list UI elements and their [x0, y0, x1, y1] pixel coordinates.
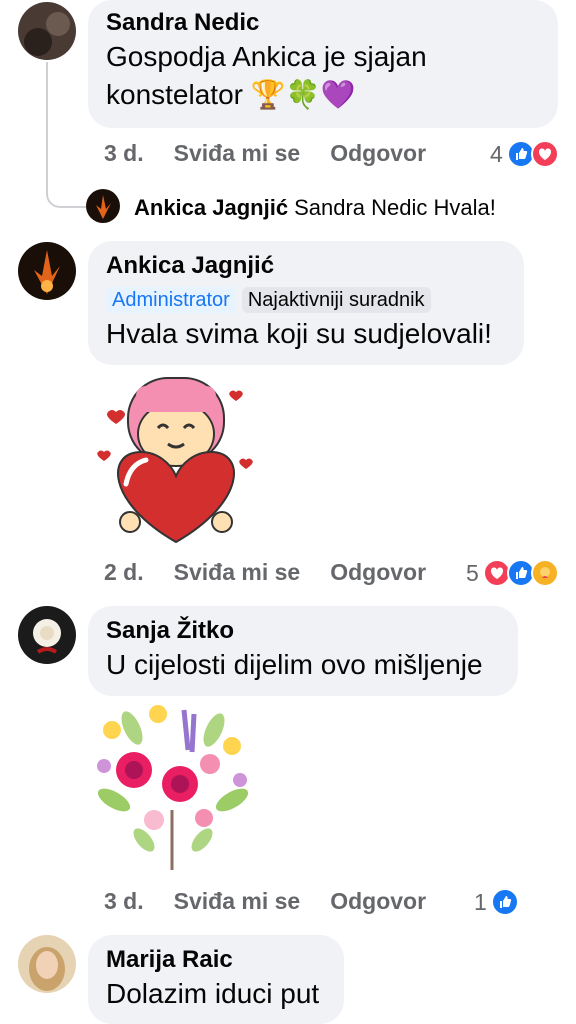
reply-button[interactable]: Odgovor — [330, 888, 426, 915]
avatar[interactable] — [18, 242, 76, 300]
care-reaction-icon — [530, 559, 559, 587]
timestamp[interactable]: 3 d. — [104, 140, 144, 167]
comment-actions: 3 d. Sviđa mi se Odgovor — [104, 888, 426, 915]
love-reaction-icon — [530, 140, 559, 168]
reply-preview[interactable]: Ankica Jagnjić Sandra Nedic Hvala! — [134, 195, 496, 221]
reaction-number: 4 — [490, 140, 503, 167]
avatar[interactable] — [18, 935, 76, 993]
comment-bubble[interactable]: Sanja Žitko U cijelosti dijelim ovo mišl… — [88, 606, 518, 696]
reply-thread-line — [46, 62, 86, 208]
reaction-count[interactable]: 1 — [474, 888, 519, 916]
avatar[interactable] — [18, 606, 76, 664]
comment-bubble[interactable]: Marija Raic Dolazim iduci put — [88, 935, 344, 1024]
like-reaction-icon — [490, 888, 519, 916]
reply-author[interactable]: Ankica Jagnjić — [134, 195, 288, 221]
comment-author[interactable]: Ankica Jagnjić — [106, 251, 506, 281]
reaction-number: 5 — [466, 559, 479, 586]
like-button[interactable]: Sviđa mi se — [174, 140, 301, 167]
reply-button[interactable]: Odgovor — [330, 140, 426, 167]
comment-bubble[interactable]: Ankica Jagnjić Administrator Najaktivniji… — [88, 241, 524, 365]
comment-text: U cijelosti dijelim ovo mišljenje — [106, 649, 483, 680]
comment-author[interactable]: Sandra Nedic — [106, 8, 540, 38]
comment-text: Dolazim iduci put — [106, 978, 320, 1009]
timestamp[interactable]: 3 d. — [104, 888, 144, 915]
avatar[interactable] — [18, 2, 76, 60]
reply-button[interactable]: Odgovor — [330, 559, 426, 586]
like-button[interactable]: Sviđa mi se — [174, 559, 301, 586]
comment-text: Gospodja Ankica je sjajan — [106, 41, 427, 72]
top-contributor-badge[interactable]: Najaktivniji suradnik — [241, 287, 431, 313]
reaction-number: 1 — [474, 888, 487, 915]
comment-actions: 3 d. Sviđa mi se Odgovor — [104, 140, 426, 167]
comment-text-line2: konstelator 🏆🍀💜 — [106, 79, 356, 110]
girl-heart-sticker — [86, 372, 262, 548]
reply-text: Sandra Nedic Hvala! — [294, 195, 496, 220]
flower-heart-sticker — [84, 700, 260, 876]
avatar[interactable] — [86, 189, 120, 223]
comment-text: Hvala svima koji su sudjelovali! — [106, 318, 492, 349]
reaction-count[interactable]: 5 — [466, 559, 559, 587]
admin-badge[interactable]: Administrator — [106, 287, 236, 313]
comment-author[interactable]: Marija Raic — [106, 945, 326, 975]
comment-author[interactable]: Sanja Žitko — [106, 616, 500, 646]
reaction-count[interactable]: 4 — [490, 140, 559, 168]
badges: Administrator Najaktivniji suradnik — [106, 287, 506, 313]
like-button[interactable]: Sviđa mi se — [174, 888, 301, 915]
comment-bubble[interactable]: Sandra Nedic Gospodja Ankica je sjajan k… — [88, 0, 558, 128]
timestamp[interactable]: 2 d. — [104, 559, 144, 586]
comment-actions: 2 d. Sviđa mi se Odgovor — [104, 559, 426, 586]
